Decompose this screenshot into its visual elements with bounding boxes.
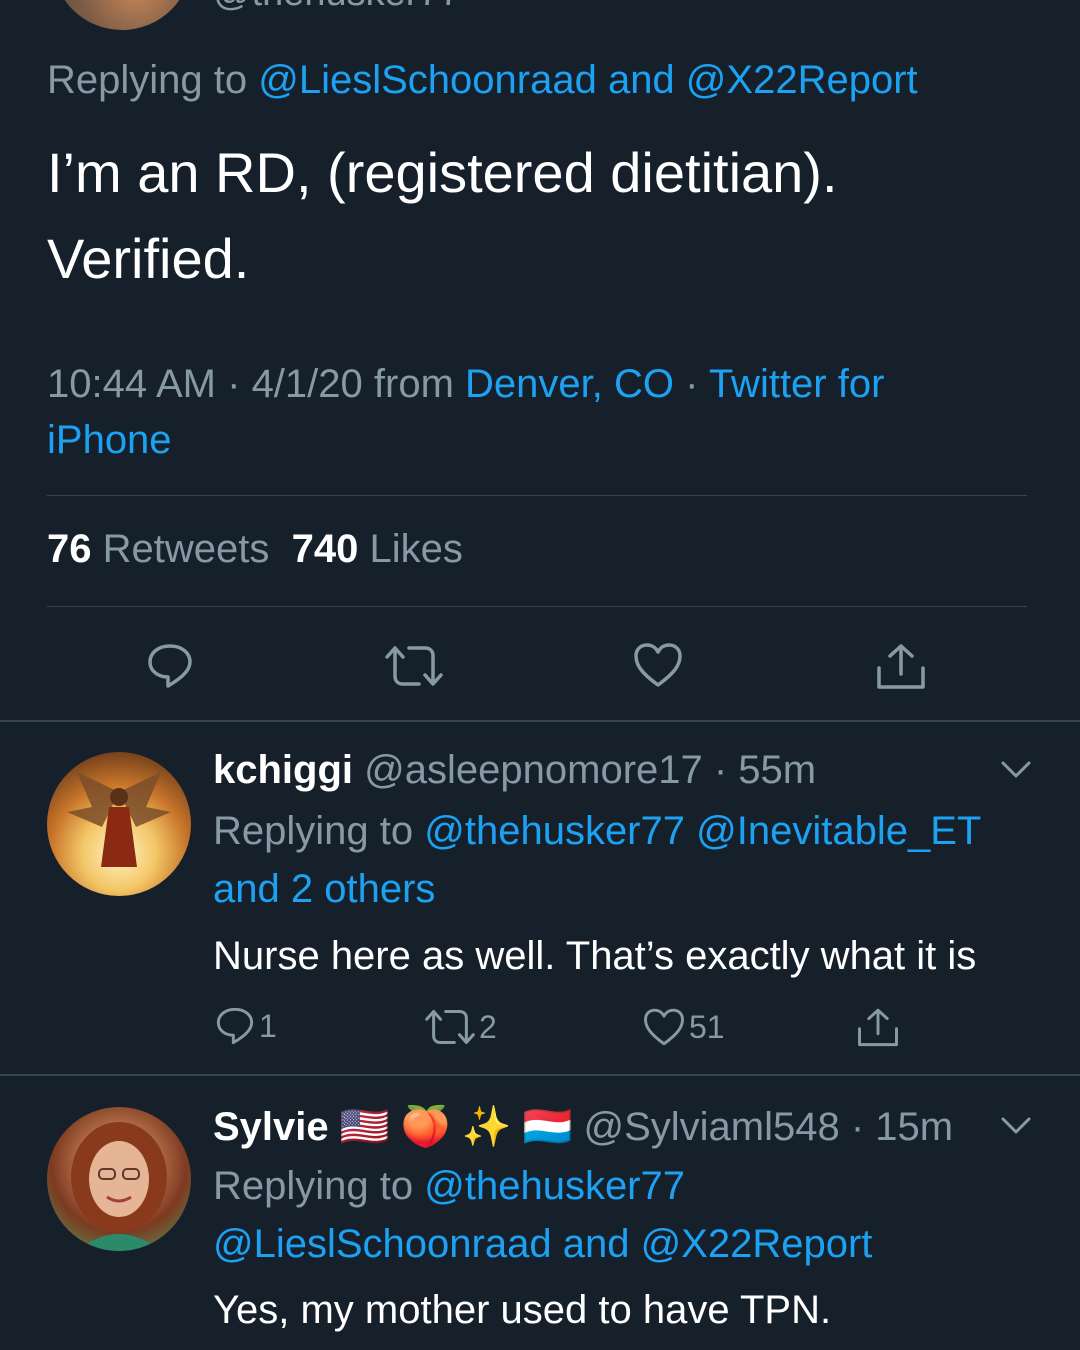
mention-link[interactable]: @thehusker77 @Inevitable_ET bbox=[424, 809, 981, 853]
retweet-button[interactable]: 2 bbox=[425, 1008, 497, 1046]
reply-header: kchiggi @asleepnomore17 · 55m bbox=[213, 748, 817, 792]
more-options-button[interactable] bbox=[1000, 760, 1032, 785]
tweet-text-line: I’m an RD, (registered dietitian). bbox=[47, 141, 838, 204]
reply-button[interactable] bbox=[146, 642, 194, 690]
retweet-icon bbox=[425, 1009, 475, 1045]
from-word: from bbox=[373, 362, 454, 406]
replying-to: Replying to @LieslSchoonraad and @X22Rep… bbox=[47, 58, 918, 103]
tweet-text: Yes, my mother used to have TPN. bbox=[213, 1288, 832, 1332]
mention-link[interactable]: @LieslSchoonraad bbox=[213, 1222, 552, 1266]
share-button[interactable] bbox=[857, 1006, 903, 1048]
tweet-date: 4/1/20 bbox=[251, 362, 363, 406]
tweet-stats: 76 Retweets 740 Likes bbox=[47, 527, 463, 572]
display-name[interactable]: kchiggi bbox=[213, 748, 353, 792]
replying-and: and bbox=[596, 58, 686, 102]
share-icon bbox=[858, 1008, 898, 1047]
author-avatar[interactable] bbox=[52, 0, 192, 30]
more-options-button[interactable] bbox=[1000, 1116, 1032, 1141]
tweet-meta: 10:44 AM · 4/1/20 from Denver, CO · Twit… bbox=[47, 362, 885, 462]
avatar[interactable] bbox=[47, 752, 191, 896]
like-count: 51 bbox=[689, 1008, 725, 1045]
heart-icon bbox=[634, 643, 682, 687]
retweet-count: 2 bbox=[479, 1008, 497, 1045]
tweet-time: 10:44 AM bbox=[47, 362, 217, 406]
retweets-label[interactable]: Retweets bbox=[103, 527, 270, 571]
tweet-text-line: Verified. bbox=[47, 227, 250, 290]
replying-prefix: Replying to bbox=[47, 58, 259, 102]
portrait-icon bbox=[71, 1122, 167, 1251]
timestamp[interactable]: 55m bbox=[738, 748, 816, 792]
reply-count: 1 bbox=[259, 1007, 277, 1044]
mention-link[interactable]: @X22Report bbox=[641, 1222, 873, 1266]
heart-icon bbox=[644, 1008, 684, 1046]
replying-prefix: Replying to bbox=[213, 1164, 425, 1208]
chevron-down-icon bbox=[1001, 761, 1031, 778]
location-link[interactable]: Denver, CO bbox=[465, 362, 674, 406]
tweet-text: I’m an RD, (registered dietitian). Verif… bbox=[47, 130, 1037, 302]
likes-count[interactable]: 740 bbox=[292, 527, 359, 571]
divider bbox=[47, 606, 1027, 607]
handle[interactable]: @Sylviaml548 bbox=[583, 1105, 839, 1149]
replying-to: Replying to @thehusker77 @Inevitable_ET … bbox=[213, 802, 1053, 918]
comment-icon bbox=[148, 644, 192, 688]
timestamp[interactable]: 15m bbox=[875, 1105, 953, 1149]
handle[interactable]: @asleepnomore17 bbox=[364, 748, 703, 792]
like-button[interactable] bbox=[633, 642, 683, 688]
angel-icon bbox=[67, 772, 171, 867]
author-handle[interactable]: @thehusker77 bbox=[213, 0, 461, 15]
replying-prefix: Replying to bbox=[213, 809, 425, 853]
divider bbox=[47, 495, 1027, 496]
others-link[interactable]: and 2 others bbox=[213, 867, 435, 911]
share-icon bbox=[877, 644, 925, 689]
reply-header: Sylvie 🇺🇸 🍑 ✨ 🇱🇺 @Sylviaml548 · 15m bbox=[213, 1105, 954, 1149]
share-button[interactable] bbox=[876, 642, 926, 690]
display-name[interactable]: Sylvie bbox=[213, 1105, 329, 1149]
like-button[interactable]: 51 bbox=[643, 1007, 725, 1047]
name-emojis: 🇺🇸 🍑 ✨ 🇱🇺 bbox=[339, 1105, 573, 1149]
comment-icon bbox=[216, 1007, 254, 1045]
divider bbox=[0, 720, 1080, 722]
avatar[interactable] bbox=[47, 1107, 191, 1251]
mention-link[interactable]: @LieslSchoonraad bbox=[258, 58, 597, 102]
mention-link[interactable]: @thehusker77 bbox=[424, 1164, 685, 1208]
divider bbox=[0, 1074, 1080, 1076]
chevron-down-icon bbox=[1001, 1117, 1031, 1134]
retweet-icon bbox=[385, 646, 443, 686]
mention-link[interactable]: @X22Report bbox=[686, 58, 918, 102]
reply-button[interactable]: 1 bbox=[215, 1006, 277, 1046]
likes-label[interactable]: Likes bbox=[369, 527, 462, 571]
replying-to: Replying to @thehusker77 @LieslSchoonraa… bbox=[213, 1157, 1053, 1273]
retweet-button[interactable] bbox=[385, 644, 443, 688]
retweets-count[interactable]: 76 bbox=[47, 527, 92, 571]
replying-and: and bbox=[551, 1222, 641, 1266]
tweet-text: Nurse here as well. That’s exactly what … bbox=[213, 934, 977, 978]
